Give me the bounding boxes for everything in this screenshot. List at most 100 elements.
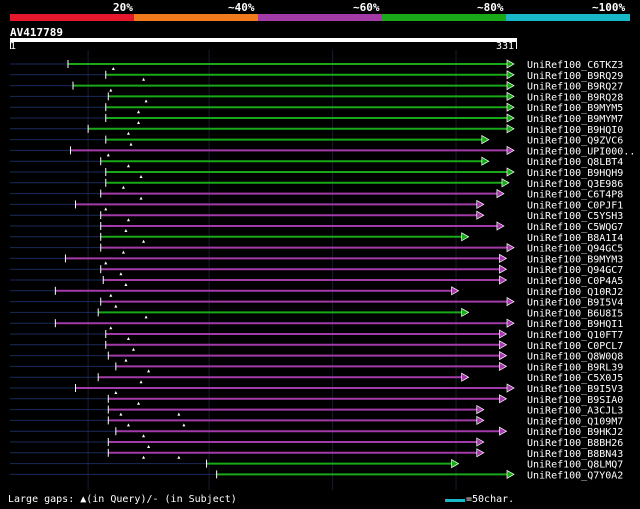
gap-marker xyxy=(137,121,141,124)
hit-end-arrow xyxy=(481,156,490,166)
hit-label[interactable]: UniRef100_B8BN43 xyxy=(527,449,623,460)
hit-label[interactable]: UniRef100_C5WQG7 xyxy=(527,222,623,233)
hit-label[interactable]: UniRef100_Q10RJ2 xyxy=(527,287,623,298)
hit-end-arrow xyxy=(506,469,515,480)
hit-label[interactable]: UniRef100_C0PCL7 xyxy=(527,341,623,352)
hit-end-arrow xyxy=(476,404,485,415)
hit-label[interactable]: UniRef100_Q94GC5 xyxy=(527,244,623,255)
hit-label[interactable]: UniRef100_Q109M7 xyxy=(527,416,623,427)
hit-end-arrow xyxy=(499,253,508,264)
hit-label[interactable]: UniRef100_C5X0J5 xyxy=(527,373,623,384)
hit-end-arrow xyxy=(506,59,515,69)
gap-marker xyxy=(139,380,143,384)
hit-end-arrow xyxy=(476,199,485,210)
hit-label[interactable]: UniRef100_B8A1I4 xyxy=(527,233,623,244)
hit-label[interactable]: UniRef100_Q7Y0A2 xyxy=(527,470,623,481)
gap-marker xyxy=(104,207,108,211)
hit-label[interactable]: UniRef100_B9RL39 xyxy=(527,362,623,373)
hit-label[interactable]: UniRef100_Q3E986 xyxy=(527,179,623,190)
hit-label[interactable]: UniRef100_B9HQI1 xyxy=(527,319,623,330)
hit-label[interactable]: UniRef100_Q8LBT4 xyxy=(527,157,623,168)
hit-end-arrow xyxy=(506,242,515,253)
hit-label[interactable]: UniRef100_B9MYM3 xyxy=(527,254,623,265)
hit-label[interactable]: UniRef100_B9MYM7 xyxy=(527,114,623,125)
gap-marker xyxy=(106,153,110,157)
hit-end-arrow xyxy=(506,383,515,393)
hit-label[interactable]: UniRef100_B8BH26 xyxy=(527,438,623,449)
hit-end-arrow xyxy=(499,394,508,404)
hit-end-arrow xyxy=(506,167,515,177)
hit-label[interactable]: UniRef100_B9SIA0 xyxy=(527,395,623,406)
hit-end-arrow xyxy=(496,188,505,199)
hit-end-arrow xyxy=(506,102,515,112)
scale-bar xyxy=(445,499,465,502)
hit-label[interactable]: UniRef100_C0P4A5 xyxy=(527,276,623,287)
gap-marker xyxy=(126,131,130,135)
gap-marker xyxy=(131,347,135,351)
hit-end-arrow xyxy=(506,318,515,328)
gap-legend: Large gaps: ▲(in Query)/- (in Subject) xyxy=(8,494,237,505)
hit-label[interactable]: UniRef100_UPI000.. xyxy=(527,146,635,157)
gap-marker xyxy=(142,434,146,438)
hit-label[interactable]: UniRef100_Q10FT7 xyxy=(527,330,623,341)
gap-marker xyxy=(109,88,113,92)
gap-marker xyxy=(121,250,125,254)
hit-label[interactable]: UniRef100_A3CJL3 xyxy=(527,406,623,417)
hit-label[interactable]: UniRef100_B9RQ27 xyxy=(527,82,623,93)
hit-end-arrow xyxy=(506,124,515,134)
gap-marker xyxy=(114,304,118,308)
gap-marker xyxy=(124,358,128,362)
hit-end-arrow xyxy=(499,350,508,361)
hit-end-arrow xyxy=(506,296,515,307)
hit-end-arrow xyxy=(476,448,485,458)
hit-label[interactable]: UniRef100_B9I5V3 xyxy=(527,384,623,395)
alignment-hits: UniRef100_C6TKZ3UniRef100_B9RQ29UniRef10… xyxy=(10,50,635,490)
gap-marker xyxy=(121,185,125,189)
hit-end-arrow xyxy=(496,221,505,231)
hit-label[interactable]: UniRef100_Q9ZVC6 xyxy=(527,136,623,147)
hit-end-arrow xyxy=(506,145,515,156)
gap-marker xyxy=(142,239,146,243)
hit-label[interactable]: UniRef100_B9HQI0 xyxy=(527,125,623,136)
hit-end-arrow xyxy=(499,426,508,436)
gap-marker xyxy=(142,77,146,81)
hit-label[interactable]: UniRef100_B9RQ28 xyxy=(527,92,623,103)
hit-end-arrow xyxy=(476,437,485,447)
hit-end-arrow xyxy=(499,275,508,285)
hit-label[interactable]: UniRef100_C0PJF1 xyxy=(527,200,623,211)
hit-end-arrow xyxy=(506,70,515,80)
hit-label[interactable]: UniRef100_Q8LMQ7 xyxy=(527,460,623,471)
hit-label[interactable]: UniRef100_Q94GC7 xyxy=(527,265,623,276)
hit-label[interactable]: UniRef100_B9HKJ2 xyxy=(527,427,623,438)
gap-marker xyxy=(109,326,113,330)
hit-label[interactable]: UniRef100_B9MYM5 xyxy=(527,103,623,114)
hit-end-arrow xyxy=(506,80,515,91)
hit-end-arrow xyxy=(476,415,485,426)
hit-end-arrow xyxy=(499,340,508,350)
hit-label[interactable]: UniRef100_B9HQH9 xyxy=(527,168,623,179)
hit-label[interactable]: UniRef100_C6TKZ3 xyxy=(527,60,623,71)
gap-marker xyxy=(144,315,148,319)
gap-marker xyxy=(104,261,108,265)
hit-label[interactable]: UniRef100_Q8W0Q8 xyxy=(527,352,623,363)
hit-label[interactable]: UniRef100_B9RQ29 xyxy=(527,71,623,82)
gap-marker xyxy=(177,455,181,459)
gap-marker xyxy=(126,164,130,168)
hit-end-arrow xyxy=(451,286,460,296)
gap-marker xyxy=(177,412,181,416)
hit-label[interactable]: UniRef100_B6U8I5 xyxy=(527,308,623,319)
hit-end-arrow xyxy=(461,232,470,242)
hit-label[interactable]: UniRef100_B9I5V4 xyxy=(527,298,623,309)
gap-marker xyxy=(139,196,143,200)
hit-end-arrow xyxy=(499,264,508,274)
hit-label[interactable]: UniRef100_C6T4P8 xyxy=(527,190,623,201)
gap-marker xyxy=(124,229,128,232)
hit-end-arrow xyxy=(461,307,470,318)
gap-marker xyxy=(142,455,146,459)
hit-label[interactable]: UniRef100_C5YSH3 xyxy=(527,211,623,222)
hit-end-arrow xyxy=(499,361,508,372)
gap-marker xyxy=(147,445,151,448)
gap-marker xyxy=(126,218,130,222)
gap-marker xyxy=(114,391,118,394)
hit-end-arrow xyxy=(476,210,485,220)
